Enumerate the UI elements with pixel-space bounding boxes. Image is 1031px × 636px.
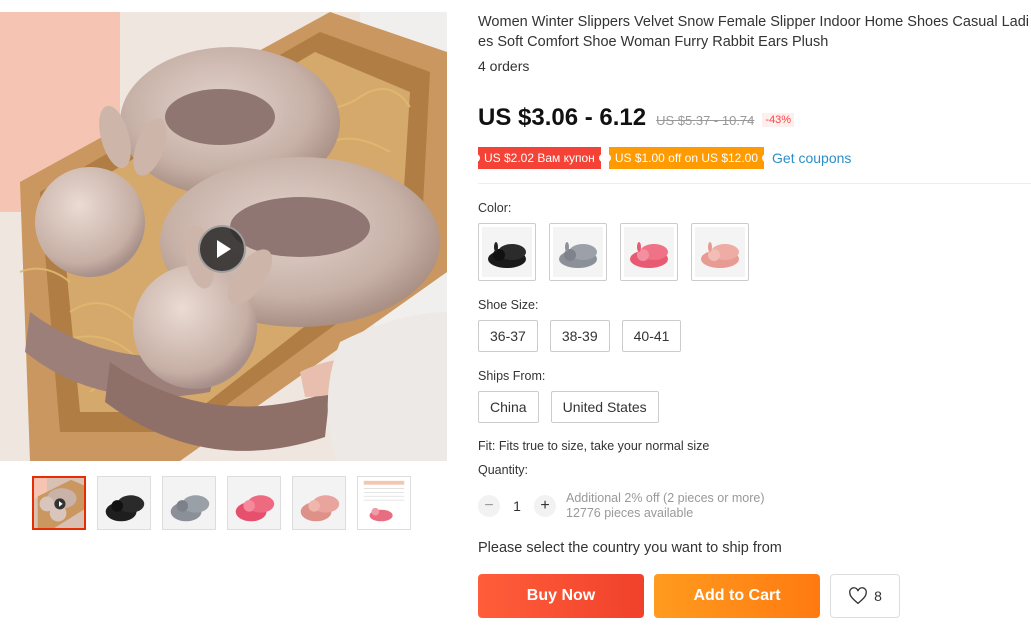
- color-options: [478, 223, 749, 281]
- thumbnail-2[interactable]: [97, 476, 151, 530]
- heart-icon: [849, 587, 867, 605]
- size-option-38-39[interactable]: 38-39: [549, 320, 610, 352]
- color-label: Color:: [478, 201, 512, 215]
- quantity-stepper: − 1 + Additional 2% off (2 pieces or mor…: [478, 491, 764, 521]
- original-price: US $5.37 - 10.74: [656, 113, 755, 128]
- play-icon: [217, 240, 231, 258]
- quantity-value[interactable]: 1: [500, 498, 534, 514]
- coupon-select[interactable]: US $1.00 off on US $12.00: [606, 147, 767, 169]
- gray-slipper-icon: [553, 227, 603, 277]
- thumbnail-image: [163, 477, 215, 529]
- get-coupons-link[interactable]: Get coupons: [772, 150, 851, 166]
- rose-slipper-icon: [624, 227, 674, 277]
- size-option-36-37[interactable]: 36-37: [478, 320, 538, 352]
- current-price: US $3.06 - 6.12: [478, 104, 647, 131]
- thumbnail-6[interactable]: [357, 476, 411, 530]
- size-option-40-41[interactable]: 40-41: [621, 320, 682, 352]
- ship-country-message: Please select the country you want to sh…: [478, 540, 782, 556]
- thumbnail-image: [293, 477, 345, 529]
- ships-from-united-states[interactable]: United States: [550, 391, 659, 423]
- quantity-label: Quantity:: [478, 463, 529, 477]
- quantity-increase-button[interactable]: +: [534, 495, 556, 517]
- thumbnail-image: [228, 477, 280, 529]
- order-count: 4 orders: [478, 58, 530, 74]
- bulk-discount-note: Additional 2% off (2 pieces or more): [566, 491, 765, 505]
- pink-slipper-icon: [695, 227, 745, 277]
- buy-now-button[interactable]: Buy Now: [478, 574, 644, 618]
- ships-from-options: China United States: [478, 391, 659, 423]
- thumbnail-image: [34, 478, 84, 528]
- discount-badge: -43%: [762, 113, 795, 127]
- thumbnail-3[interactable]: [162, 476, 216, 530]
- thumbnail-image: [98, 477, 150, 529]
- thumbnail-4[interactable]: [227, 476, 281, 530]
- ships-from-china[interactable]: China: [478, 391, 539, 423]
- quantity-info: Additional 2% off (2 pieces or more) 127…: [566, 491, 764, 521]
- color-option-black[interactable]: [478, 223, 536, 281]
- black-slipper-icon: [482, 227, 532, 277]
- color-option-pink[interactable]: [691, 223, 749, 281]
- action-buttons: Buy Now Add to Cart 8: [478, 574, 900, 618]
- product-title: Women Winter Slippers Velvet Snow Female…: [478, 14, 1029, 50]
- shoe-size-label: Shoe Size:: [478, 298, 539, 312]
- wishlist-button[interactable]: 8: [830, 574, 900, 618]
- fit-note: Fit: Fits true to size, take your normal…: [478, 439, 710, 453]
- quantity-decrease-button[interactable]: −: [478, 495, 500, 517]
- thumbnail-strip: [32, 476, 411, 530]
- main-product-image[interactable]: [0, 12, 447, 461]
- stock-available: 12776 pieces available: [566, 506, 694, 520]
- ships-from-label: Ships From:: [478, 369, 546, 383]
- coupon-store[interactable]: US $2.02 Вам купон: [476, 147, 603, 169]
- price-row: US $3.06 - 6.12 US $5.37 - 10.74 -43%: [478, 104, 795, 132]
- wishlist-count: 8: [874, 588, 882, 604]
- color-option-rose[interactable]: [620, 223, 678, 281]
- coupon-row: US $2.02 Вам купон US $1.00 off on US $1…: [476, 147, 851, 169]
- shoe-size-options: 36-37 38-39 40-41: [478, 320, 682, 352]
- thumbnail-5[interactable]: [292, 476, 346, 530]
- divider: [478, 183, 1031, 184]
- play-video-button[interactable]: [198, 225, 246, 273]
- add-to-cart-button[interactable]: Add to Cart: [654, 574, 820, 618]
- thumbnail-image: [358, 477, 410, 529]
- thumbnail-1[interactable]: [32, 476, 86, 530]
- color-option-gray[interactable]: [549, 223, 607, 281]
